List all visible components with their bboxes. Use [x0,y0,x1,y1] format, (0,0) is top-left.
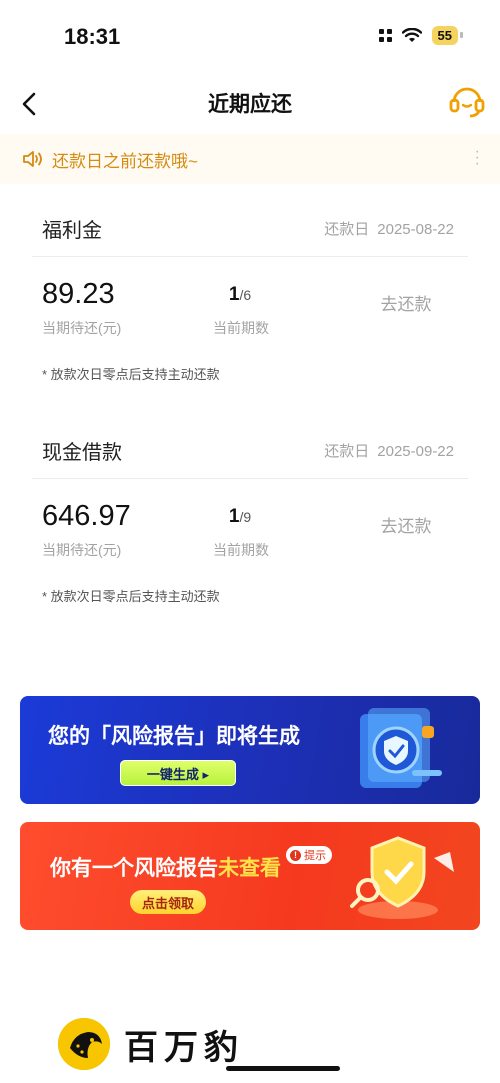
tip-badge: ! 提示 [286,846,332,864]
banner-title: 您的「风险报告」即将生成 [48,720,300,750]
banner-title-prefix: 您的 [48,725,90,748]
period-current: 1 [228,506,240,527]
more-icon: · · · [474,143,480,172]
divider [32,478,468,479]
brand-name: 百万豹 [124,1027,244,1068]
current-period-label: 当前期数 [213,542,269,558]
amount-due: 646.97 [42,500,131,532]
risk-report-generate-banner[interactable]: 您的「风险报告」即将生成 一键生成 ▸ [20,696,480,804]
banner-title: 你有一个风险报告未查看 [50,852,281,882]
claim-button[interactable]: 点击领取 [130,890,206,914]
shield-document-icon [360,708,442,788]
battery-indicator: 55 [431,26,464,45]
leopard-logo-icon [58,1018,110,1070]
due-date: 2025-09-22 [377,443,454,460]
banner-title-prefix: 你有一个风险报告 [50,857,218,880]
banner-title-highlight: 「风险报告」 [90,725,216,748]
due-label: 还款日 [324,443,370,460]
current-period: 1/9 [210,506,270,528]
period-total: /6 [239,287,252,303]
loan-name: 现金借款 [42,442,122,464]
amount-due-label: 当期待还(元) [42,542,122,558]
exclamation-icon: ! [290,849,301,861]
speaker-icon [23,151,42,167]
generate-button[interactable]: 一键生成 ▸ [120,760,236,786]
headset-icon [449,87,485,118]
wifi-icon [401,27,422,42]
due-date: 2025-08-22 [377,221,454,238]
divider [32,256,468,257]
repayment-note: * 放款次日零点后支持主动还款 [42,589,220,604]
amount-due: 89.23 [42,278,115,310]
amount-due-label: 当期待还(元) [42,320,122,336]
loan-name: 福利金 [42,220,102,242]
current-period-label: 当前期数 [213,320,269,336]
banner-title-suffix: 即将生成 [216,725,300,748]
current-period: 1/6 [210,284,270,306]
brand-footer: 百万豹 [58,1018,244,1070]
cellular-signal-icon [378,29,392,42]
status-bar: 18:31 55 [0,0,500,76]
tip-badge-label: 提示 [304,850,326,862]
customer-service-button[interactable] [444,78,490,124]
status-icons: 55 [378,26,464,45]
nav-bar: 近期应还 [0,76,500,132]
gold-shield-icon [350,836,454,919]
due-label: 还款日 [324,221,370,238]
risk-report-unviewed-banner[interactable]: 你有一个风险报告未查看 ! 提示 点击领取 [20,822,480,930]
repay-button[interactable]: 去还款 [366,290,446,315]
period-total: /9 [239,509,252,525]
period-current: 1 [228,284,240,305]
status-time: 18:31 [64,24,121,49]
due-date-row: 还款日 2025-08-22 [324,218,454,239]
page-title: 近期应还 [208,93,292,116]
repay-button[interactable]: 去还款 [366,512,446,537]
banner-title-highlight: 未查看 [218,857,281,880]
notice-bar: 还款日之前还款哦~ · · · [0,134,500,184]
notice-text: 还款日之前还款哦~ [52,151,198,171]
repayment-note: * 放款次日零点后支持主动还款 [42,367,220,382]
due-date-row: 还款日 2025-09-22 [324,440,454,461]
home-indicator[interactable] [226,1066,340,1071]
